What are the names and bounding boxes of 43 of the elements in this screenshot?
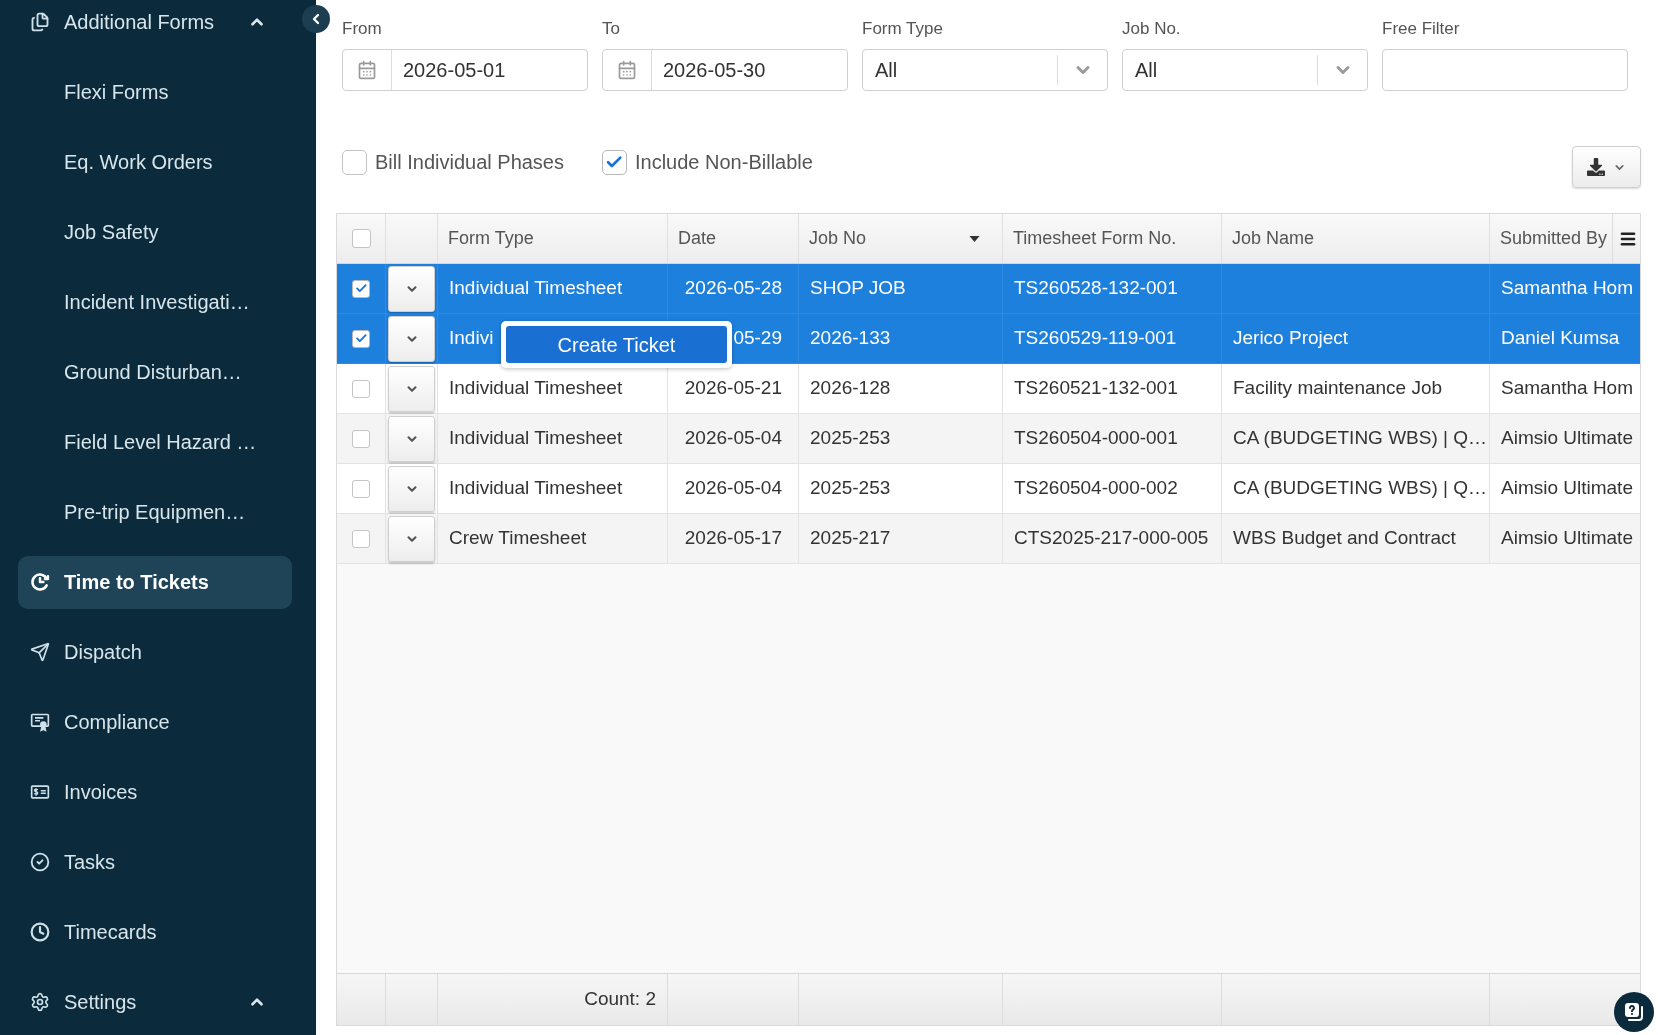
table-cell-text: TS260529-119-001 bbox=[1014, 326, 1177, 351]
table-cell-text: 2026-133 bbox=[810, 326, 891, 351]
field-label: From bbox=[342, 18, 382, 40]
table-cell-text: Individual Timesheet bbox=[449, 276, 623, 301]
table-cell-text: Individual Timesheet bbox=[449, 426, 623, 451]
table-cell-text: 2025-253 bbox=[810, 426, 891, 451]
field-label: Form Type bbox=[862, 18, 943, 40]
table-cell-text: 2026-05-21 bbox=[684, 376, 782, 401]
table-cell-text: WBS Budget and Contract bbox=[1233, 526, 1456, 551]
table-cell-text: CTS2025-217-000-005 bbox=[1014, 526, 1209, 551]
table-cell-text: CA (BUDGETING WBS) | Q… bbox=[1233, 426, 1488, 451]
table-cell-text: Facility maintenance Job bbox=[1233, 376, 1443, 401]
table-cell-text: 05-29 bbox=[733, 326, 782, 351]
table-cell-text: TS260521-132-001 bbox=[1014, 376, 1178, 401]
table-cell-text: 2025-253 bbox=[810, 476, 891, 501]
table-cell-text: TS260504-000-002 bbox=[1014, 476, 1178, 501]
table-cell-text: Daniel Kumsa bbox=[1501, 326, 1620, 351]
table-cell-text: Individual Timesheet bbox=[449, 476, 623, 501]
table-cell-text: Aimsio Ultimate bbox=[1501, 476, 1633, 501]
table-cell-text: Aimsio Ultimate bbox=[1501, 526, 1633, 551]
table-cell-text: 2026-128 bbox=[810, 376, 891, 401]
table-cell-text: 2026-05-04 bbox=[684, 426, 782, 451]
field-label: To bbox=[602, 18, 620, 40]
table-cell-text: Crew Timesheet bbox=[449, 526, 587, 551]
table-cell-text: Individual Timesheet bbox=[449, 376, 623, 401]
field-label: Job No. bbox=[1122, 18, 1181, 40]
table-cell-text: Samantha Hom bbox=[1501, 276, 1633, 301]
table-cell-text: Jerico Project bbox=[1233, 326, 1349, 351]
table-cell-text: 2026-05-17 bbox=[684, 526, 782, 551]
table-cell-text: 2025-217 bbox=[810, 526, 891, 551]
table-cell-text: Samantha Hom bbox=[1501, 376, 1633, 401]
table-cell-text: 2026-05-04 bbox=[684, 476, 782, 501]
table-cell-text: CA (BUDGETING WBS) | Q… bbox=[1233, 476, 1488, 501]
table-cell-text: Indivi bbox=[449, 326, 494, 351]
table-cell-text: 2026-05-28 bbox=[684, 276, 782, 301]
field-label: Free Filter bbox=[1382, 18, 1460, 40]
table-cell-text: SHOP JOB bbox=[810, 276, 906, 301]
checkbox-label: Bill Individual Phases bbox=[375, 150, 564, 175]
row-count: Count: 2 bbox=[584, 987, 656, 1012]
checkbox-label: Include Non-Billable bbox=[635, 150, 813, 175]
table-cell-text: TS260528-132-001 bbox=[1014, 276, 1178, 301]
table-cell-text: Aimsio Ultimate bbox=[1501, 426, 1633, 451]
table-cell-text: TS260504-000-001 bbox=[1014, 426, 1178, 451]
